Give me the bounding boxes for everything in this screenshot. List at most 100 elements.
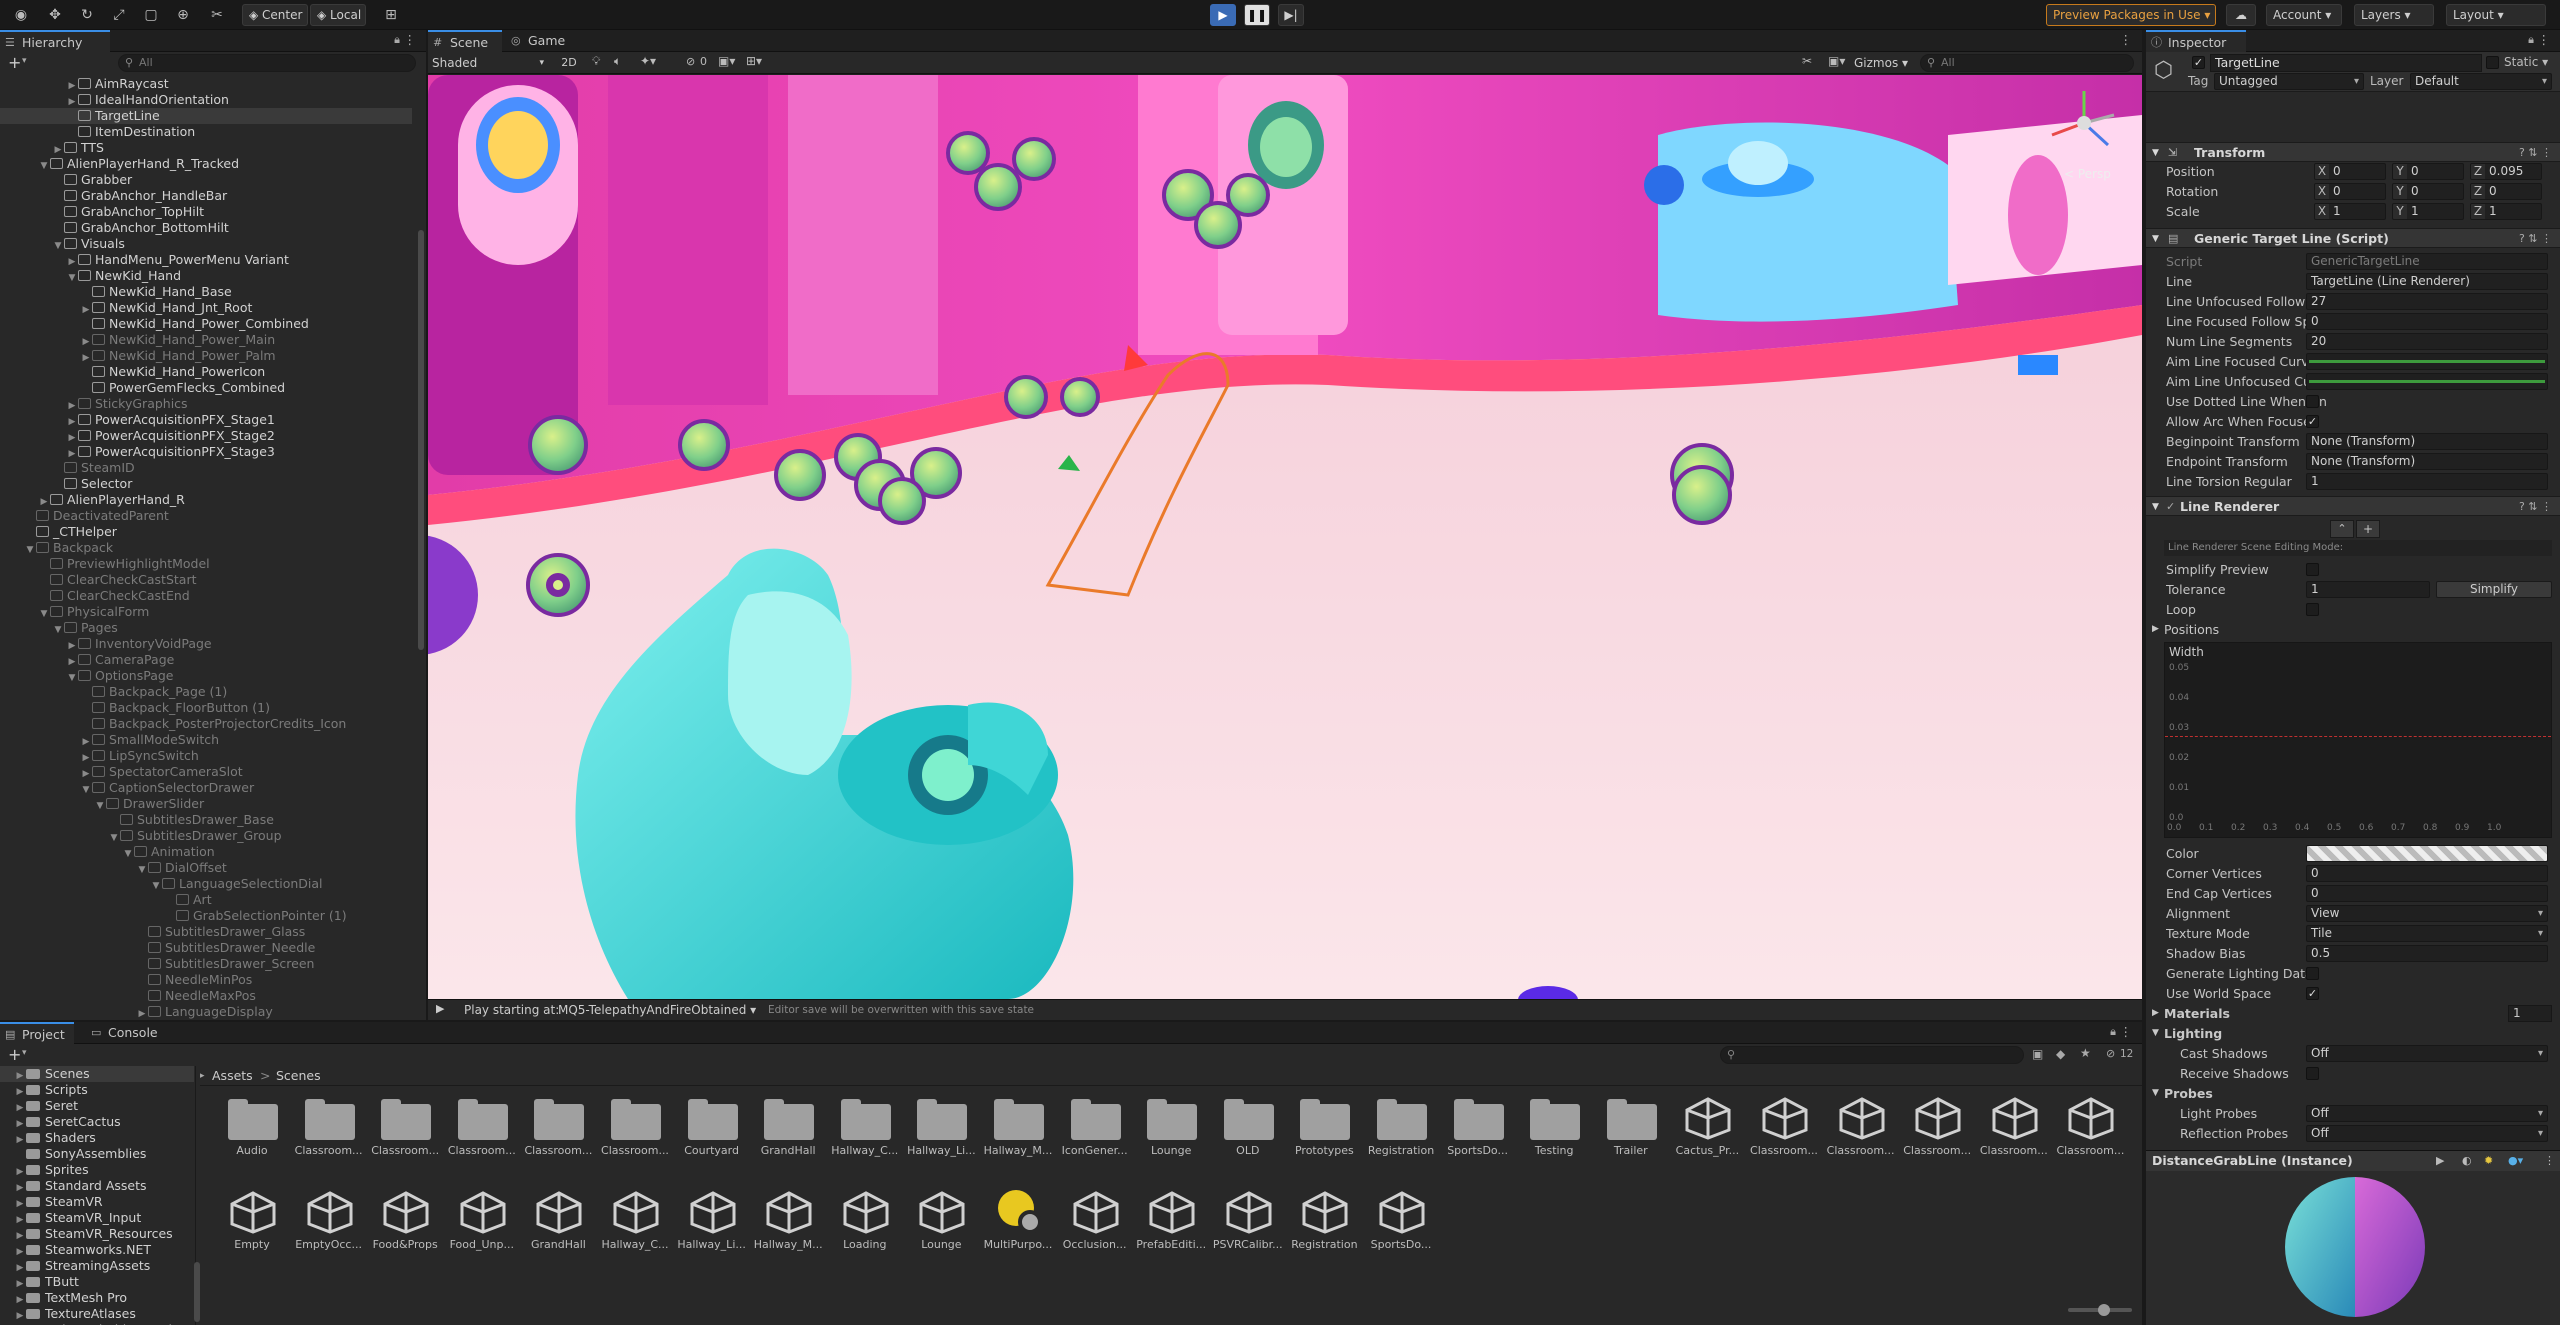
asset-item[interactable]: Hallway_M... [982,1090,1054,1166]
property-field[interactable]: TargetLine (Line Renderer) [2306,273,2548,290]
asset-item[interactable]: Testing [1518,1090,1590,1166]
property-field[interactable]: GenericTargetLine [2306,253,2548,270]
preview-lighting-icon[interactable]: ✹ [2484,1151,2493,1171]
hierarchy-row[interactable]: Backpack_FloorButton (1) [0,700,412,716]
transform-header[interactable]: ▼ ⇲ Transform ? ⇅ ⋮ [2146,142,2560,162]
audio-toggle-icon[interactable]: 🔈︎ [614,54,621,69]
filter-label-icon[interactable]: ◆ [2056,1047,2065,1061]
layer-dropdown[interactable]: Default [2410,73,2552,90]
probes-foldout[interactable]: ▼ Probes [2146,1084,2560,1103]
zoom-slider-handle[interactable] [2098,1304,2110,1316]
hierarchy-row[interactable]: Art [0,892,412,908]
position-x-field[interactable]: X0 [2314,163,2386,180]
persp-label[interactable]: < Persp [2064,167,2111,181]
tab-game[interactable]: ◎ Game [506,30,580,52]
property-checkbox[interactable]: ✓ [2306,987,2319,1000]
asset-item[interactable]: Classroom... [1748,1090,1820,1166]
panel-menu-icon[interactable]: ⋮ [2120,1024,2133,1039]
scene-search-input[interactable]: ⚲ All [1920,54,2134,72]
tab-scene[interactable]: # Scene [428,30,502,52]
asset-item[interactable]: Classroom... [1978,1090,2050,1166]
property-field[interactable]: 0 [2306,313,2548,330]
project-folder-item[interactable]: ▶ SteamVR [0,1194,194,1210]
cloud-button[interactable]: ☁ [2226,4,2256,26]
project-folder-item[interactable]: ▶ SeretCactus [0,1114,194,1130]
axis-label[interactable]: Y [2393,164,2407,179]
tab-console[interactable]: ▭ Console [86,1022,166,1044]
hierarchy-row[interactable]: ▼ Visuals [0,236,412,252]
property-field[interactable]: 27 [2306,293,2548,310]
create-plus-icon[interactable]: + [8,1045,21,1064]
grid-toggle-icon[interactable]: ⊞▾ [746,54,762,68]
lock-icon[interactable]: 🔒︎ [394,33,400,47]
asset-item[interactable]: Food&Props [369,1184,441,1260]
position-z-field[interactable]: Z 0.095 [2470,163,2542,180]
script-component-header[interactable]: ▼ ▤ Generic Target Line (Script) ? ⇅ ⋮ [2146,228,2560,248]
hierarchy-row[interactable]: PreviewHighlightModel [0,556,412,572]
hierarchy-row[interactable]: ▼ DrawerSlider [0,796,412,812]
hierarchy-row[interactable]: NewKid_Hand_PowerIcon [0,364,412,380]
hierarchy-row[interactable]: NewKid_Hand_Power_Combined [0,316,412,332]
axis-label[interactable]: Y [2393,204,2407,219]
hierarchy-row[interactable]: ▶ LanguageDisplay [0,1004,412,1020]
tolerance-field[interactable]: 1 [2306,581,2430,598]
hierarchy-row[interactable]: ▶ NewKid_Hand_Jnt_Root [0,300,412,316]
create-plus-icon[interactable]: + [8,53,21,72]
preview-light-icon[interactable]: ◐ [2462,1151,2472,1171]
move-tool-icon[interactable]: ✥ [44,4,66,26]
asset-item[interactable]: Classroom... [599,1090,671,1166]
play-button[interactable]: ▶ [1210,4,1236,26]
scene-viewport[interactable]: < Persp [428,75,2142,999]
chevron-down-icon[interactable]: ▾ [22,56,27,66]
hierarchy-row[interactable]: ClearCheckCastStart [0,572,412,588]
reflection-probes-dropdown[interactable]: Off [2306,1125,2548,1142]
hierarchy-row[interactable]: DeactivatedParent [0,508,412,524]
asset-item[interactable]: Cactus_Pr... [1671,1090,1743,1166]
asset-item[interactable]: Courtyard [676,1090,748,1166]
gizmos-dropdown[interactable]: Gizmos ▾ [1854,54,1914,72]
rotate-tool-icon[interactable]: ↻ [76,4,98,26]
hierarchy-row[interactable]: ItemDestination [0,124,412,140]
hierarchy-scrollbar[interactable] [418,230,424,650]
light-probes-dropdown[interactable]: Off [2306,1105,2548,1122]
asset-item[interactable]: SportsDo... [1442,1090,1514,1166]
preview-menu-icon[interactable]: ⋮ [2544,1151,2555,1171]
project-search-input[interactable]: ⚲ [1720,1046,2024,1064]
play-state-icon[interactable]: ▶ [436,1002,444,1015]
materials-count-field[interactable]: 1 [2508,1005,2552,1022]
active-checkbox[interactable]: ✓ [2192,56,2205,69]
chevron-down-icon[interactable]: ▾ [22,1048,27,1058]
hierarchy-row[interactable]: ▶ AlienPlayerHand_R [0,492,412,508]
component-actions-icon[interactable]: ? ⇅ ⋮ [2519,229,2552,249]
scale-y-field[interactable]: Y1 [2392,203,2464,220]
preview-play-icon[interactable]: ▶ [2436,1151,2444,1171]
effects-toggle-icon[interactable]: ✦▾ [640,54,656,68]
rect-tool-icon[interactable]: ▢ [140,4,162,26]
hierarchy-row[interactable]: ▼ LanguageSelectionDial [0,876,412,892]
project-folder-item[interactable]: ▶ Scripts [0,1082,194,1098]
hidden-packages-icon[interactable]: ⊘ [2106,1047,2115,1060]
hierarchy-row[interactable]: Backpack_PosterProjectorCredits_Icon [0,716,412,732]
hierarchy-row[interactable]: ▶ NewKid_Hand_Power_Main [0,332,412,348]
hierarchy-row[interactable]: GrabAnchor_HandleBar [0,188,412,204]
hierarchy-row[interactable]: NewKid_Hand_Base [0,284,412,300]
hierarchy-row[interactable]: GrabAnchor_BottomHilt [0,220,412,236]
asset-item[interactable]: Hallway_C... [599,1184,671,1260]
asset-item[interactable]: Food_Unp... [446,1184,518,1260]
asset-item[interactable]: PSVRCalibr... [1212,1184,1284,1260]
asset-item[interactable]: Classroom... [1825,1090,1897,1166]
scale-x-field[interactable]: X1 [2314,203,2386,220]
panel-menu-icon[interactable]: ⋮ [404,32,417,47]
asset-item[interactable]: Hallway_C... [829,1090,901,1166]
pause-button[interactable]: ❚❚ [1244,4,1270,26]
project-folder-item[interactable]: ▶ SteamVR_Resources [0,1226,194,1242]
property-field[interactable]: 20 [2306,333,2548,350]
hierarchy-row[interactable]: _CTHelper [0,524,412,540]
add-point-icon[interactable]: + [2356,520,2380,538]
static-checkbox[interactable] [2486,56,2499,69]
hierarchy-row[interactable]: ▶ PowerAcquisitionPFX_Stage3 [0,444,412,460]
view-tool-icon[interactable]: ◉ [10,4,32,26]
asset-item[interactable]: Loading [829,1184,901,1260]
preview-packages-dropdown[interactable]: Preview Packages in Use ▾ [2046,4,2216,26]
project-folder-item[interactable]: ▶ Scenes [0,1066,194,1082]
